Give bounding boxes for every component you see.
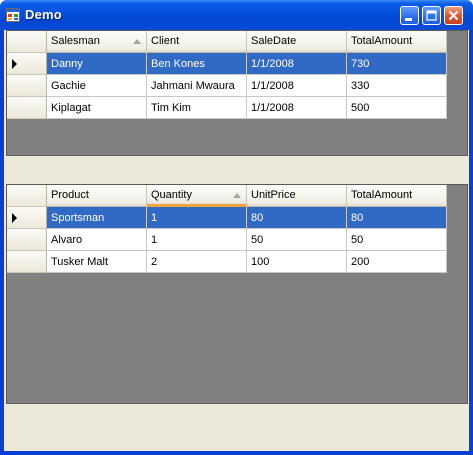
table-row[interactable]: Tusker Malt 2 100 200: [7, 251, 447, 273]
table-cell[interactable]: Alvaro: [47, 229, 147, 251]
column-header-label: Client: [151, 35, 180, 47]
minimize-button[interactable]: [400, 6, 419, 25]
window-app-icon[interactable]: [6, 8, 20, 22]
table-row[interactable]: Gachie Jahmani Mwaura 1/1/2008 330: [7, 75, 447, 97]
table-cell[interactable]: Kiplagat: [47, 97, 147, 119]
column-header-unitprice[interactable]: UnitPrice: [247, 185, 347, 207]
column-header-label: Quantity: [151, 189, 192, 201]
table-cell[interactable]: 2: [147, 251, 247, 273]
table-cell[interactable]: 1: [147, 207, 247, 229]
column-header-label: TotalAmount: [351, 35, 413, 47]
row-header[interactable]: [7, 207, 47, 229]
table-cell[interactable]: 500: [347, 97, 447, 119]
column-header-label: TotalAmount: [351, 189, 413, 201]
products-grid-header-row: Product Quantity UnitPrice TotalAmount: [7, 185, 447, 207]
table-cell[interactable]: 80: [247, 207, 347, 229]
products-grid-corner-header[interactable]: [7, 185, 47, 207]
products-grid[interactable]: Product Quantity UnitPrice TotalAmount S…: [6, 184, 468, 404]
column-header-quantity[interactable]: Quantity: [147, 185, 247, 207]
maximize-icon: [426, 10, 437, 21]
table-row[interactable]: Danny Ben Kones 1/1/2008 730: [7, 53, 447, 75]
table-cell[interactable]: Tim Kim: [147, 97, 247, 119]
table-row[interactable]: Alvaro 1 50 50: [7, 229, 447, 251]
title-bar[interactable]: Demo: [0, 0, 473, 30]
table-cell[interactable]: 100: [247, 251, 347, 273]
table-cell[interactable]: 330: [347, 75, 447, 97]
table-row[interactable]: Sportsman 1 80 80: [7, 207, 447, 229]
sales-grid-header-row: Salesman Client SaleDate TotalAmount: [7, 31, 447, 53]
column-header-saledate[interactable]: SaleDate: [247, 31, 347, 53]
sales-grid-corner-header[interactable]: [7, 31, 47, 53]
column-header-label: Salesman: [51, 35, 100, 47]
table-cell[interactable]: 1/1/2008: [247, 75, 347, 97]
table-cell[interactable]: 200: [347, 251, 447, 273]
row-header[interactable]: [7, 75, 47, 97]
table-cell[interactable]: Danny: [47, 53, 147, 75]
column-header-totalamount[interactable]: TotalAmount: [347, 31, 447, 53]
sort-ascending-icon: [233, 193, 241, 198]
column-header-salesman[interactable]: Salesman: [47, 31, 147, 53]
maximize-button[interactable]: [422, 6, 441, 25]
row-header[interactable]: [7, 97, 47, 119]
row-header[interactable]: [7, 53, 47, 75]
table-cell[interactable]: 1/1/2008: [247, 97, 347, 119]
window-title: Demo: [25, 7, 62, 22]
table-cell[interactable]: 730: [347, 53, 447, 75]
column-header-product[interactable]: Product: [47, 185, 147, 207]
table-cell[interactable]: Tusker Malt: [47, 251, 147, 273]
table-cell[interactable]: Sportsman: [47, 207, 147, 229]
close-icon: [448, 10, 459, 21]
row-header[interactable]: [7, 251, 47, 273]
column-header-totalamount[interactable]: TotalAmount: [347, 185, 447, 207]
table-cell[interactable]: 1: [147, 229, 247, 251]
table-cell[interactable]: Ben Kones: [147, 53, 247, 75]
table-cell[interactable]: 50: [247, 229, 347, 251]
form-client-area: Salesman Client SaleDate TotalAmount Dan…: [4, 30, 469, 451]
table-cell[interactable]: 1/1/2008: [247, 53, 347, 75]
sales-grid[interactable]: Salesman Client SaleDate TotalAmount Dan…: [6, 30, 468, 156]
current-row-arrow-icon: [12, 59, 17, 69]
demo-window: Demo Salesman Client SaleDate TotalAmoun…: [0, 0, 473, 455]
column-header-client[interactable]: Client: [147, 31, 247, 53]
table-cell[interactable]: 50: [347, 229, 447, 251]
sort-ascending-icon: [133, 39, 141, 44]
row-header[interactable]: [7, 229, 47, 251]
current-row-arrow-icon: [12, 213, 17, 223]
table-cell[interactable]: 80: [347, 207, 447, 229]
minimize-icon: [405, 18, 412, 21]
table-cell[interactable]: Jahmani Mwaura: [147, 75, 247, 97]
close-button[interactable]: [444, 6, 463, 25]
table-cell[interactable]: Gachie: [47, 75, 147, 97]
column-header-label: UnitPrice: [251, 189, 296, 201]
column-header-label: Product: [51, 189, 89, 201]
table-row[interactable]: Kiplagat Tim Kim 1/1/2008 500: [7, 97, 447, 119]
column-header-label: SaleDate: [251, 35, 297, 47]
